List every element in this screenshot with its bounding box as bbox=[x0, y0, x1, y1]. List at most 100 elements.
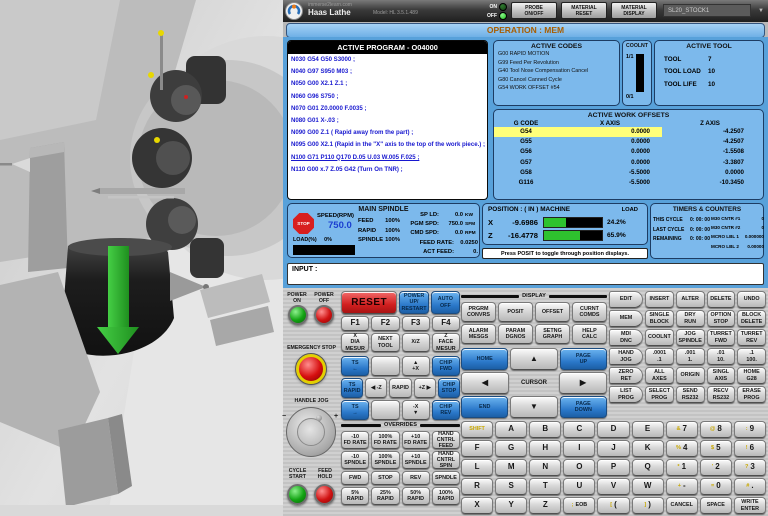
key-r[interactable]: R bbox=[461, 478, 493, 495]
key-q[interactable]: Q bbox=[632, 459, 664, 476]
key-alter[interactable]: ALTER bbox=[676, 291, 705, 308]
key-+[interactable]: +- bbox=[666, 478, 698, 495]
key-.1-100.[interactable]: .1 100. bbox=[737, 348, 766, 365]
key-left[interactable]: ◀ bbox=[461, 372, 509, 394]
key-p[interactable]: P bbox=[597, 459, 629, 476]
cycle-start-button[interactable] bbox=[287, 484, 308, 505]
key-mdi-dnc[interactable]: MDI DNC bbox=[609, 329, 643, 346]
key-f2[interactable]: F2 bbox=[371, 316, 399, 331]
key-y[interactable]: Y bbox=[495, 497, 527, 514]
offset-row[interactable]: G116-5.5000-10.3450 bbox=[494, 178, 763, 188]
key-help-calc[interactable]: HELP CALC bbox=[572, 324, 607, 344]
key-l[interactable]: L bbox=[461, 459, 493, 476]
key-write-enter[interactable]: WRITE ENTER bbox=[734, 497, 766, 514]
key-setng-graph[interactable]: SETNG GRAPH bbox=[535, 324, 570, 344]
stock-select-dropdown[interactable]: SL20_STOCK1 bbox=[663, 4, 751, 17]
key-curnt-comds[interactable]: CURNT COMDS bbox=[572, 302, 607, 322]
offset-row[interactable]: G58-5.50000.0000 bbox=[494, 168, 763, 178]
key-send-rs232[interactable]: SEND RS232 bbox=[676, 386, 705, 403]
key-cancel[interactable]: CANCEL bbox=[666, 497, 698, 514]
key-undo[interactable]: UNDO bbox=[737, 291, 766, 308]
machine-3d-view[interactable] bbox=[0, 0, 283, 516]
key-50%-rapid[interactable]: 50% RAPID bbox=[402, 487, 430, 505]
key-e[interactable]: E bbox=[632, 421, 664, 438]
key-%-4[interactable]: %4 bbox=[666, 440, 698, 457]
key-rev[interactable]: REV bbox=[402, 471, 430, 485]
key-mem[interactable]: MEM bbox=[609, 310, 643, 327]
key-power-up-restart[interactable]: POWER UP/ RESTART bbox=[399, 291, 428, 314]
key-5%-rapid[interactable]: 5% RAPID bbox=[341, 487, 369, 505]
key-chip-stop[interactable]: CHIP STOP bbox=[438, 378, 460, 398]
key-+z-right[interactable]: +Z ▶ bbox=[414, 378, 436, 398]
key-up[interactable]: ▲ bbox=[510, 348, 557, 370]
key-k[interactable]: K bbox=[632, 440, 664, 457]
offset-row[interactable]: G550.0000-4.2507 bbox=[494, 137, 763, 147]
key-ts-right[interactable]: TS → bbox=[341, 400, 369, 420]
key-blank[interactable] bbox=[371, 400, 399, 420]
jog-dial-knob[interactable] bbox=[316, 415, 322, 421]
key-turret-fwd[interactable]: TURRET FWD bbox=[707, 329, 736, 346]
key-9[interactable]: :9 bbox=[734, 421, 766, 438]
key-zero-ret[interactable]: ZERO RET bbox=[609, 367, 643, 384]
key-single-block[interactable]: SINGLE BLOCK bbox=[645, 310, 674, 327]
key-blank[interactable] bbox=[371, 356, 399, 376]
key-select-prog[interactable]: SELECT PROG bbox=[645, 386, 674, 403]
offset-row[interactable]: G560.0000-1.5508 bbox=[494, 147, 763, 157]
emergency-stop-button[interactable] bbox=[296, 354, 326, 384]
key-blank[interactable]: [( bbox=[597, 497, 629, 514]
key-f1[interactable]: F1 bbox=[341, 316, 369, 331]
key-fwd[interactable]: FWD bbox=[341, 471, 369, 485]
key-recv-rs232[interactable]: RECV RS232 bbox=[707, 386, 736, 403]
key-j[interactable]: J bbox=[597, 440, 629, 457]
key-n[interactable]: N bbox=[529, 459, 561, 476]
key-1[interactable]: *1 bbox=[666, 459, 698, 476]
key-hand-cntrl-feed[interactable]: HAND CNTRL FEED bbox=[432, 431, 460, 449]
power-off-button[interactable] bbox=[314, 305, 334, 325]
key-z-face-mesur[interactable]: Z FACE MESUR bbox=[432, 333, 460, 352]
feed-hold-button[interactable] bbox=[314, 484, 335, 505]
key-delete[interactable]: DELETE bbox=[707, 291, 736, 308]
key-hand-jog[interactable]: HAND JOG bbox=[609, 348, 643, 365]
offset-row[interactable]: G570.0000-3.3807 bbox=[494, 158, 763, 168]
key-chip-rev[interactable]: CHIP REV bbox=[432, 400, 460, 420]
key-ts-left[interactable]: TS ← bbox=[341, 356, 369, 376]
key-.01-10.[interactable]: .01 10. bbox=[707, 348, 736, 365]
key-.001-1.[interactable]: .001 1. bbox=[676, 348, 705, 365]
key-ts-rapid[interactable]: TS RAPID bbox=[341, 378, 363, 398]
key-alarm-mesgs[interactable]: ALARM MESGS bbox=[461, 324, 496, 344]
key-param-dgnos[interactable]: PARAM DGNOS bbox=[498, 324, 533, 344]
key-6[interactable]: !6 bbox=[734, 440, 766, 457]
key-posit[interactable]: POSIT bbox=[498, 302, 533, 322]
key-shift[interactable]: SHIFT bbox=[461, 421, 493, 438]
key-f3[interactable]: F3 bbox=[402, 316, 430, 331]
key-coolnt[interactable]: COOLNT bbox=[645, 329, 674, 346]
key-m[interactable]: M bbox=[495, 459, 527, 476]
key-blank[interactable]: ]) bbox=[632, 497, 664, 514]
key-3[interactable]: ?3 bbox=[734, 459, 766, 476]
key-+10-fd-rate[interactable]: +10 FD RATE bbox=[402, 431, 430, 449]
key-chip-fwd[interactable]: CHIP FWD bbox=[432, 356, 460, 376]
key-singl-axis[interactable]: SINGL AXIS bbox=[707, 367, 736, 384]
key-stop[interactable]: STOP bbox=[371, 471, 399, 485]
key-option-stop[interactable]: OPTION STOP bbox=[707, 310, 736, 327]
key-list-prog[interactable]: LIST PROG bbox=[609, 386, 643, 403]
key-i[interactable]: I bbox=[563, 440, 595, 457]
key-prgrm-convrs[interactable]: PRGRM CONVRS bbox=[461, 302, 496, 322]
key-10-fd-rate[interactable]: -10 FD RATE bbox=[341, 431, 369, 449]
key-0[interactable]: =0 bbox=[700, 478, 732, 495]
key-7[interactable]: &7 bbox=[666, 421, 698, 438]
input-field[interactable]: INPUT : bbox=[287, 263, 764, 285]
key-d[interactable]: D bbox=[597, 421, 629, 438]
key-10-spndle[interactable]: -10 SPNDLE bbox=[341, 451, 369, 469]
key-8[interactable]: @8 bbox=[700, 421, 732, 438]
key-x-z[interactable]: X/Z bbox=[402, 333, 430, 352]
key-rapid[interactable]: RAPID bbox=[389, 378, 411, 398]
key-g[interactable]: G bbox=[495, 440, 527, 457]
key-s[interactable]: S bbox=[495, 478, 527, 495]
material-reset-button[interactable]: MATERIAL RESET bbox=[561, 2, 607, 19]
chevron-down-icon[interactable]: ▼ bbox=[758, 8, 764, 14]
key-page-down[interactable]: PAGE DOWN bbox=[560, 396, 607, 418]
key-left-z[interactable]: ◀ -Z bbox=[365, 378, 387, 398]
key-b[interactable]: B bbox=[529, 421, 561, 438]
key-reset[interactable]: RESET bbox=[341, 291, 397, 314]
